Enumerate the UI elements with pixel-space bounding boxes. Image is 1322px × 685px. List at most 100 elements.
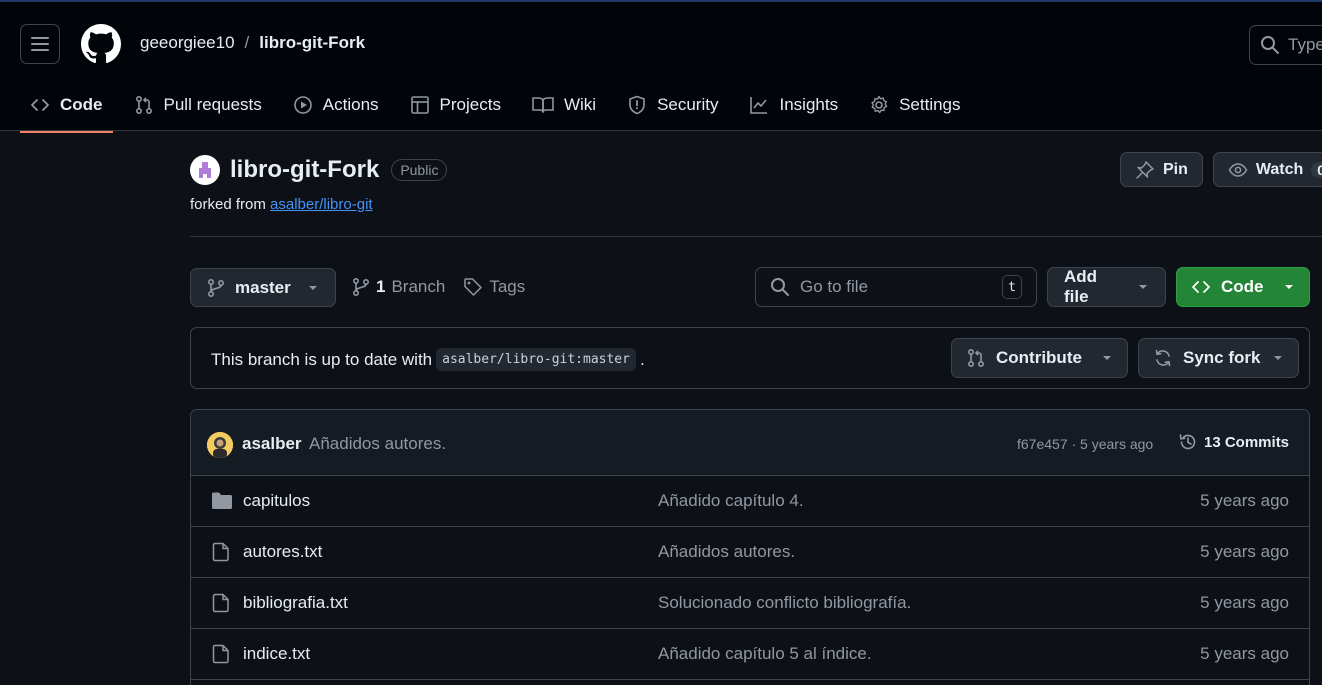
tab-label: Projects — [439, 94, 501, 114]
branch-select-button[interactable]: master — [190, 268, 336, 307]
add-file-button[interactable]: Add file — [1047, 267, 1166, 307]
file-row[interactable]: capitulos Añadido capítulo 4. 5 years ag… — [191, 476, 1309, 527]
eye-icon — [1228, 160, 1248, 180]
tab-insights[interactable]: Insights — [739, 84, 848, 125]
sync-fork-label: Sync fork — [1183, 348, 1261, 367]
avatar[interactable] — [207, 432, 233, 458]
commit-message[interactable]: Añadidos autores. — [309, 434, 446, 454]
upstream-ref[interactable]: asalber/libro-git:master — [436, 348, 636, 371]
tab-actions[interactable]: Actions — [283, 84, 389, 125]
file-commit-message[interactable]: Añadidos autores. — [658, 542, 795, 562]
breadcrumb-separator: / — [244, 33, 250, 52]
book-icon — [532, 95, 554, 115]
watch-label: Watch — [1255, 160, 1304, 178]
tags-link[interactable]: Tags — [463, 277, 525, 297]
file-name[interactable]: autores.txt — [243, 542, 322, 562]
chevron-down-icon — [1283, 283, 1295, 291]
add-file-label: Add file — [1064, 267, 1098, 306]
visibility-badge: Public — [391, 159, 448, 181]
go-to-file-input[interactable]: Go to file t — [755, 267, 1037, 307]
forked-prefix: forked from — [190, 196, 266, 213]
code-button[interactable]: Code — [1176, 267, 1310, 307]
file-name[interactable]: capitulos — [243, 491, 310, 511]
branches-link[interactable]: 1 Branch — [352, 277, 445, 297]
chevron-down-icon — [1272, 354, 1284, 362]
tab-code[interactable]: Code — [20, 84, 113, 133]
file-name[interactable]: bibliografia.txt — [243, 593, 348, 613]
search-input[interactable]: Type — [1249, 25, 1322, 65]
github-logo-icon[interactable] — [81, 24, 121, 64]
file-row[interactable]: bibliografia.txt Solucionado conflicto b… — [191, 578, 1309, 629]
git-pull-request-icon — [134, 95, 154, 115]
tab-label: Security — [657, 94, 719, 114]
tags-label: Tags — [489, 277, 526, 296]
shield-icon — [627, 95, 647, 115]
file-commit-message[interactable]: Añadido capítulo 5 al índice. — [658, 644, 872, 664]
file-browser: asalber Añadidos autores. f67e457 · 5 ye… — [190, 409, 1310, 685]
menu-button[interactable] — [20, 24, 60, 64]
tag-icon — [463, 277, 483, 297]
breadcrumb: geeorgiee10 / libro-git-Fork — [140, 33, 365, 53]
sync-icon — [1153, 348, 1173, 368]
play-icon — [293, 95, 313, 115]
commits-link[interactable]: 13 Commits — [1178, 432, 1289, 452]
file-date: 5 years ago — [1200, 542, 1289, 561]
tab-label: Wiki — [563, 94, 597, 114]
branch-tag-links: 1 Branch Tags — [352, 277, 525, 297]
latest-commit: asalber Añadidos autores. f67e457 · 5 ye… — [191, 410, 1309, 476]
file-commit-message[interactable]: Añadido capítulo 4. — [658, 491, 804, 511]
contribute-label: Contribute — [996, 348, 1082, 367]
commit-author[interactable]: asalber — [242, 434, 302, 454]
file-date: 5 years ago — [1200, 593, 1289, 612]
file-row[interactable]: indice.txt Añadido capítulo 5 al índice.… — [191, 629, 1309, 680]
tab-pull-requests[interactable]: Pull requests — [124, 84, 272, 125]
owner-link[interactable]: geeorgiee10 — [140, 33, 235, 53]
pin-button[interactable]: Pin — [1120, 152, 1203, 187]
code-icon — [30, 95, 50, 115]
sync-fork-button[interactable]: Sync fork — [1138, 338, 1299, 378]
forked-source-link[interactable]: asalber/libro-git — [270, 196, 373, 213]
watch-count: 0 — [1311, 161, 1322, 178]
tab-label: Insights — [779, 94, 839, 114]
app-header: geeorgiee10 / libro-git-Fork Type Code P… — [0, 0, 1322, 133]
go-to-file-placeholder: Go to file — [800, 277, 869, 296]
tab-settings[interactable]: Settings — [859, 84, 970, 125]
repo-link[interactable]: libro-git-Fork — [259, 33, 365, 53]
tab-label: Actions — [322, 94, 379, 114]
repo-title: libro-git-Fork Public — [190, 155, 448, 185]
repo-actions: Pin Watch 0 — [1120, 152, 1322, 187]
watch-button[interactable]: Watch 0 — [1212, 152, 1322, 187]
pin-label: Pin — [1163, 160, 1188, 178]
commit-hash-time[interactable]: f67e457 · 5 years ago — [1017, 436, 1153, 452]
file-icon — [211, 644, 231, 664]
repo-name[interactable]: libro-git-Fork — [230, 156, 379, 184]
search-icon — [770, 277, 790, 297]
file-date: 5 years ago — [1200, 491, 1289, 510]
branch-label: Branch — [391, 277, 446, 296]
status-period: . — [639, 349, 645, 369]
code-icon — [1191, 277, 1211, 297]
table-icon — [410, 95, 430, 115]
git-branch-icon — [207, 278, 225, 298]
file-icon — [211, 542, 231, 562]
repo-nav-tabs: Code Pull requests Actions Projects Wiki — [20, 84, 982, 133]
file-icon — [211, 593, 231, 613]
tab-label: Code — [60, 94, 103, 114]
branch-name: master — [235, 277, 291, 297]
history-icon — [1178, 432, 1198, 452]
contribute-button[interactable]: Contribute — [951, 338, 1128, 378]
tab-security[interactable]: Security — [617, 84, 728, 125]
gear-icon — [869, 95, 889, 115]
file-row[interactable]: autores.txt Añadidos autores. 5 years ag… — [191, 527, 1309, 578]
code-label: Code — [1221, 277, 1264, 296]
search-placeholder: Type — [1288, 35, 1322, 54]
file-name[interactable]: indice.txt — [243, 644, 310, 664]
status-message: This branch is up to date with — [211, 349, 433, 369]
avatar[interactable] — [190, 155, 220, 185]
git-pull-request-icon — [966, 348, 986, 368]
tab-projects[interactable]: Projects — [400, 84, 511, 125]
file-commit-message[interactable]: Solucionado conflicto bibliografía. — [658, 593, 911, 613]
branch-status-banner: This branch is up to date with asalber/l… — [190, 327, 1310, 389]
tab-wiki[interactable]: Wiki — [522, 84, 606, 125]
branch-status-text: This branch is up to date with asalber/l… — [211, 348, 645, 371]
